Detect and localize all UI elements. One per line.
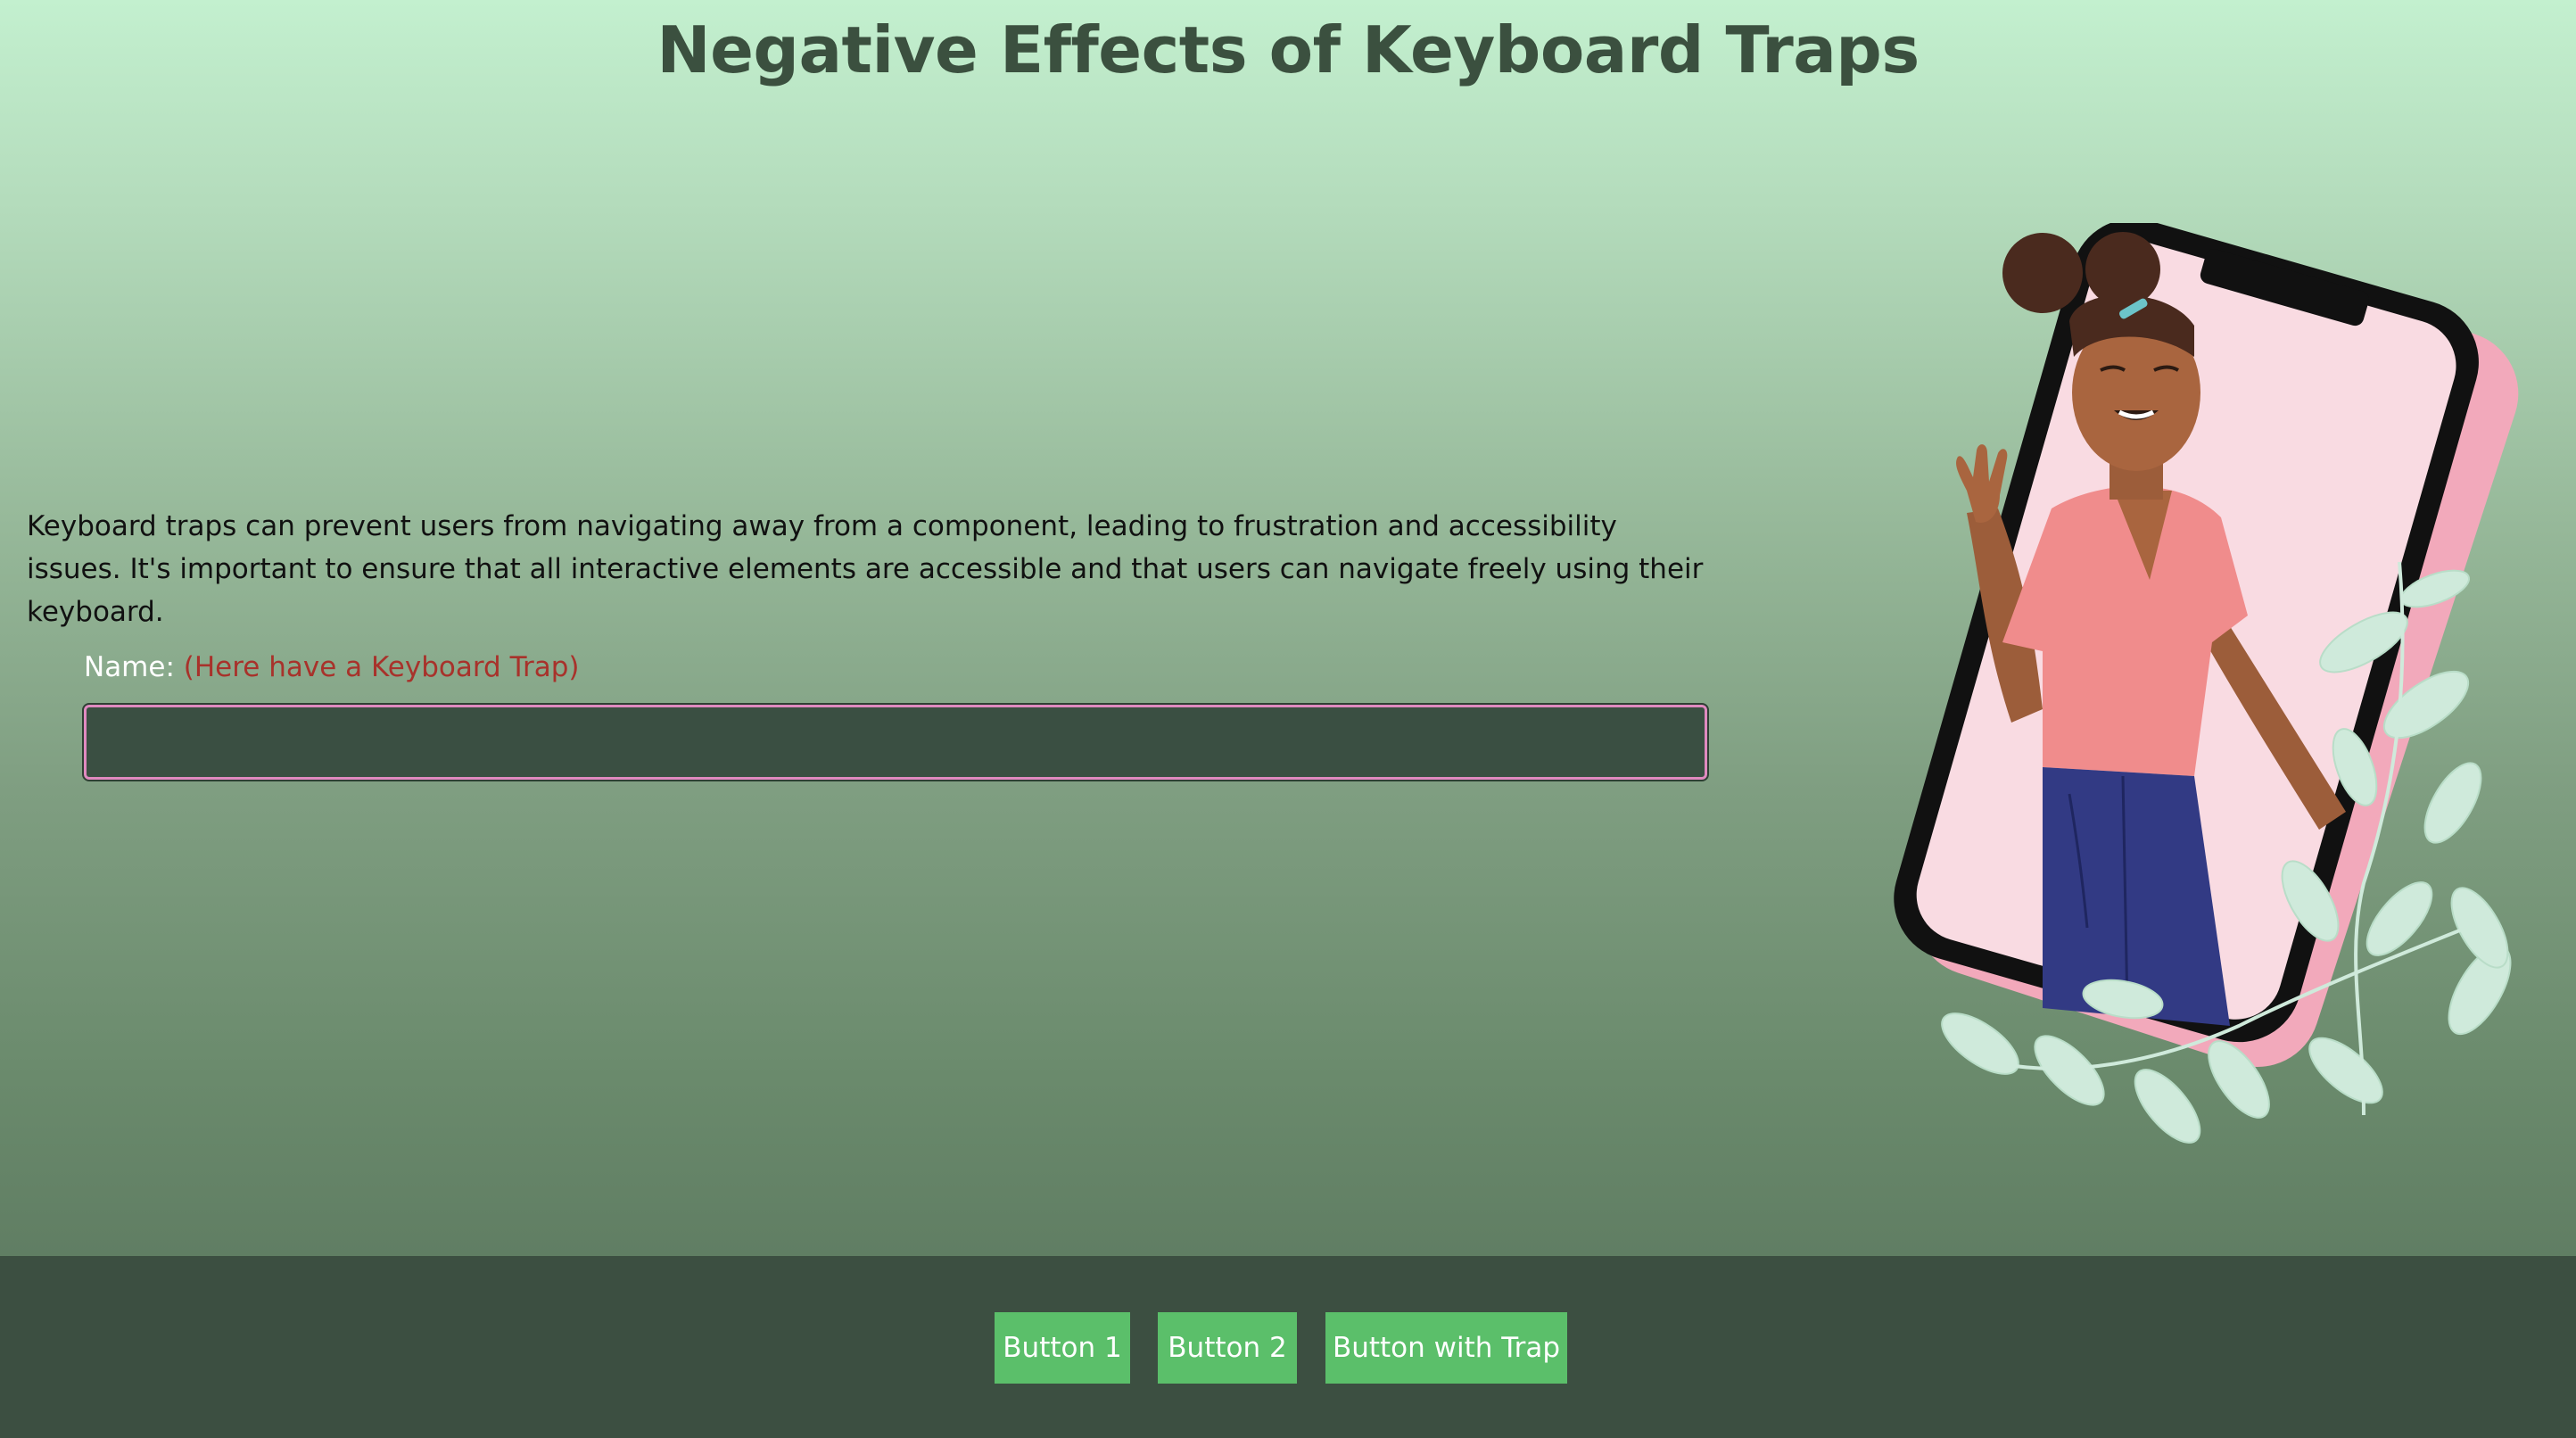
woman-in-phone-illustration [1894,223,2519,1144]
button-1[interactable]: Button 1 [995,1312,1130,1384]
name-input[interactable] [82,703,1709,781]
name-field-label: Name: (Here have a Keyboard Trap) [84,651,579,683]
button-with-trap[interactable]: Button with Trap [1325,1312,1567,1384]
intro-paragraph: Keyboard traps can prevent users from na… [27,510,1704,628]
name-label-hint: (Here have a Keyboard Trap) [183,651,580,683]
button-2[interactable]: Button 2 [1158,1312,1297,1384]
name-label-text: Name: [84,651,175,683]
page-title: Negative Effects of Keyboard Traps [656,12,1920,87]
